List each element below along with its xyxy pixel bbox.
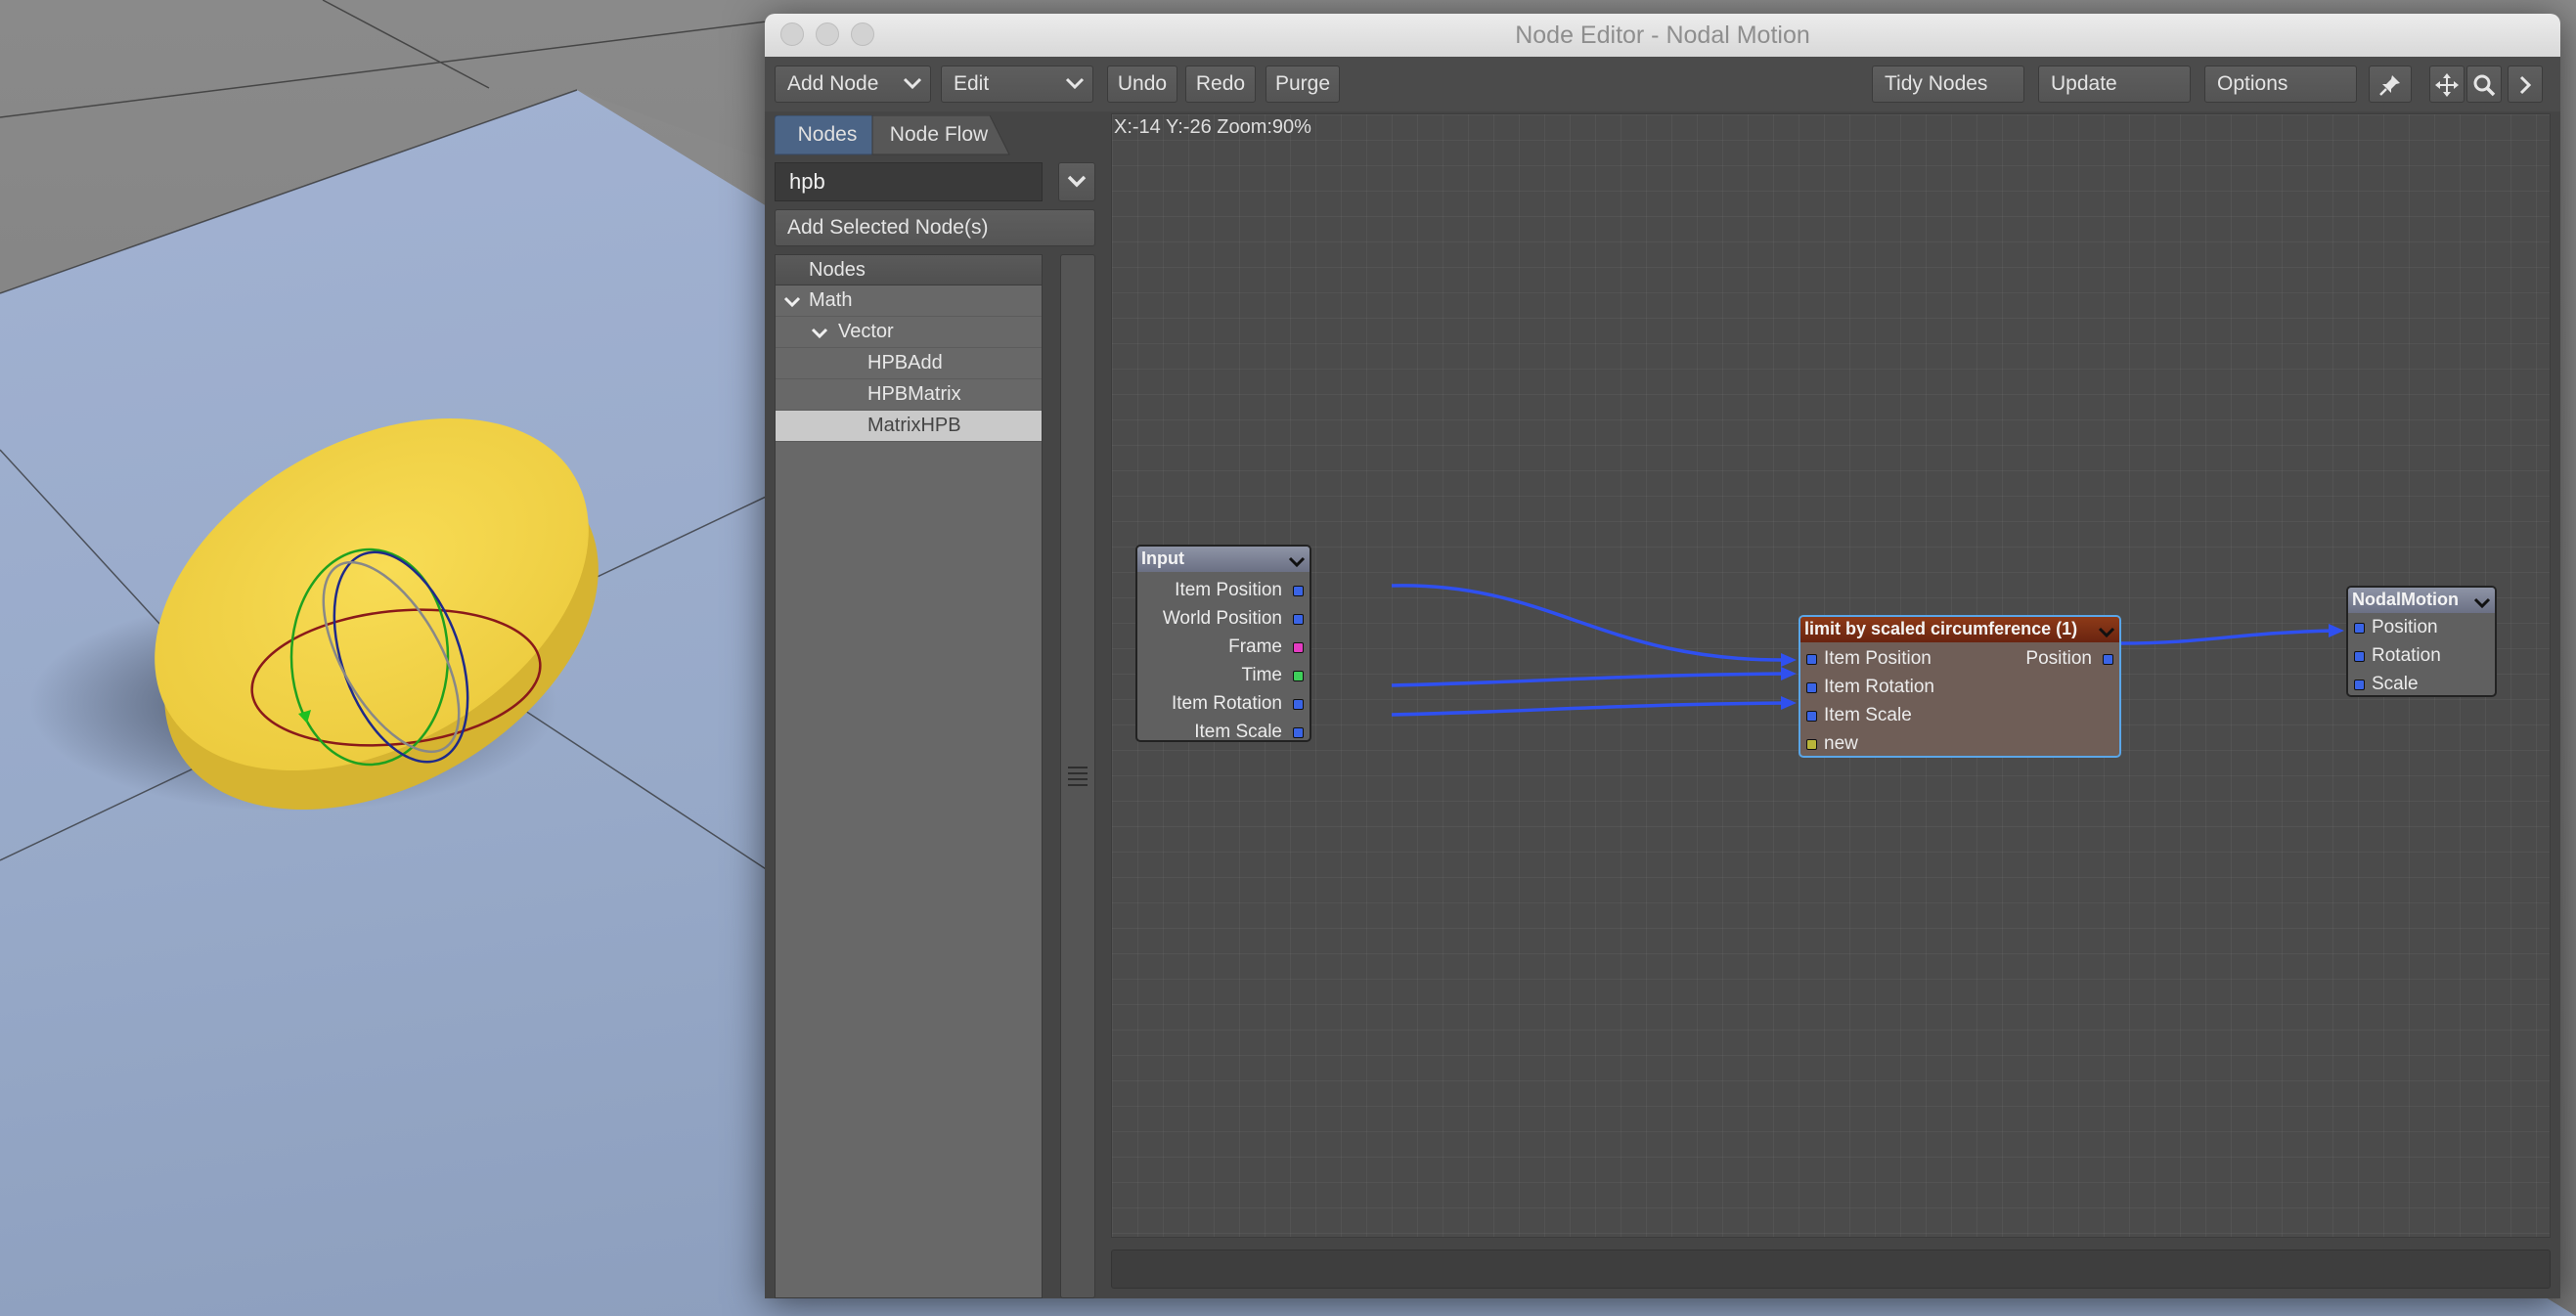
- undo-button[interactable]: Undo: [1107, 66, 1177, 103]
- output-item-scale-port[interactable]: [1293, 727, 1304, 738]
- tab-nodes[interactable]: Nodes: [775, 115, 880, 154]
- move-icon[interactable]: [2429, 66, 2465, 103]
- grip-icon[interactable]: [1068, 764, 1088, 791]
- tree-item-math[interactable]: Math: [776, 285, 1042, 317]
- update-button[interactable]: Update: [2038, 66, 2191, 103]
- chevron-down-icon: [811, 328, 828, 339]
- tree-item-label: Vector: [838, 321, 894, 342]
- node-tree: Nodes Math Vector HPBAdd HPBMatrix Matri…: [775, 254, 1043, 1298]
- tree-item-hpbadd[interactable]: HPBAdd: [776, 348, 1042, 379]
- input-item-position-port[interactable]: [1806, 654, 1817, 665]
- wire-position-out[interactable]: [2120, 629, 2337, 645]
- pane-splitter[interactable]: [1060, 254, 1095, 1298]
- node-editor-window: Node Editor - Nodal Motion Add Node Edit…: [765, 14, 2560, 1298]
- purge-button[interactable]: Purge: [1266, 66, 1340, 103]
- input-node-title: Input: [1141, 548, 1184, 568]
- input-node[interactable]: Input Item Position World Position Frame…: [1135, 545, 1311, 742]
- redo-button[interactable]: Redo: [1185, 66, 1256, 103]
- chevron-down-icon: [1059, 175, 1094, 202]
- input-item-position-label: Item Position: [1824, 648, 1932, 669]
- input-rotation-port[interactable]: [2354, 651, 2365, 662]
- search-input[interactable]: hpb: [775, 162, 1043, 201]
- node-canvas[interactable]: X:-14 Y:-26 Zoom:90% Input Item Position: [1111, 113, 2551, 1238]
- chevron-down-icon[interactable]: [1288, 551, 1306, 576]
- chevron-down-icon[interactable]: [2473, 592, 2491, 617]
- wire-item-rotation[interactable]: [1391, 672, 1790, 687]
- add-selected-nodes-button[interactable]: Add Selected Node(s): [775, 209, 1095, 246]
- output-world-position-port[interactable]: [1293, 614, 1304, 625]
- input-position-port[interactable]: [2354, 623, 2365, 634]
- tree-item-label: HPBAdd: [867, 352, 943, 373]
- options-button[interactable]: Options: [2204, 66, 2357, 103]
- chevron-down-icon: [783, 296, 801, 308]
- tree-item-label: Math: [809, 289, 853, 311]
- input-scale-port[interactable]: [2354, 680, 2365, 690]
- tidy-nodes-button[interactable]: Tidy Nodes: [1872, 66, 2024, 103]
- status-bar: [1111, 1250, 2551, 1289]
- tree-header[interactable]: Nodes: [776, 255, 1042, 285]
- tree-item-hpbmatrix[interactable]: HPBMatrix: [776, 379, 1042, 411]
- input-item-rotation-label: Item Rotation: [1824, 677, 1934, 697]
- output-time-port[interactable]: [1293, 671, 1304, 681]
- wire-item-position[interactable]: [1391, 584, 1790, 662]
- tab-node-flow[interactable]: Node Flow: [876, 115, 1001, 154]
- tree-item-vector[interactable]: Vector: [776, 317, 1042, 348]
- output-position-label: Position: [2025, 648, 2092, 669]
- output-time-label: Time: [1241, 665, 1282, 685]
- title-bar[interactable]: Node Editor - Nodal Motion: [765, 14, 2560, 58]
- input-scale-label: Scale: [2372, 674, 2419, 694]
- input-rotation-label: Rotation: [2372, 645, 2441, 666]
- add-node-dropdown[interactable]: Add Node: [775, 66, 931, 103]
- limit-by-scaled-circumference-node[interactable]: limit by scaled circumference (1) Item P…: [1799, 615, 2121, 758]
- output-item-position-port[interactable]: [1293, 586, 1304, 596]
- output-item-scale-label: Item Scale: [1194, 722, 1282, 742]
- output-frame-label: Frame: [1228, 636, 1282, 657]
- add-node-label: Add Node: [787, 72, 879, 95]
- toolbar: Add Node Edit Undo Redo Purge Tidy Nodes…: [765, 57, 2560, 111]
- input-new-port[interactable]: [1806, 739, 1817, 750]
- zoom-icon[interactable]: [2466, 66, 2502, 103]
- tree-item-matrixhpb[interactable]: MatrixHPB: [776, 411, 1042, 442]
- limit-node-header[interactable]: limit by scaled circumference (1): [1800, 617, 2119, 642]
- search-dropdown-button[interactable]: [1058, 162, 1095, 201]
- nodal-motion-node[interactable]: NodalMotion Position Rotation Scale: [2346, 586, 2497, 697]
- sidebar-tabs: Nodes Node Flow: [775, 115, 1068, 156]
- limit-node-title: limit by scaled circumference (1): [1804, 619, 2078, 638]
- expand-arrow-icon[interactable]: [2508, 66, 2543, 103]
- tree-item-label: HPBMatrix: [867, 383, 961, 405]
- input-item-rotation-port[interactable]: [1806, 682, 1817, 693]
- edit-label: Edit: [954, 72, 990, 95]
- pin-icon[interactable]: [2369, 66, 2412, 103]
- output-item-rotation-port[interactable]: [1293, 699, 1304, 710]
- chevron-down-icon: [1065, 66, 1085, 93]
- output-frame-port[interactable]: [1293, 642, 1304, 653]
- output-world-position-label: World Position: [1162, 608, 1282, 629]
- edit-dropdown[interactable]: Edit: [941, 66, 1093, 103]
- input-node-header[interactable]: Input: [1137, 547, 1310, 572]
- window-title: Node Editor - Nodal Motion: [1515, 22, 1810, 49]
- nodal-motion-node-header[interactable]: NodalMotion: [2348, 588, 2495, 613]
- output-item-position-label: Item Position: [1175, 580, 1282, 600]
- chevron-down-icon: [903, 66, 922, 93]
- chevron-down-icon[interactable]: [2098, 622, 2115, 646]
- wire-item-scale[interactable]: [1391, 701, 1790, 717]
- output-position-port[interactable]: [2103, 654, 2113, 665]
- input-item-scale-port[interactable]: [1806, 711, 1817, 722]
- output-item-rotation-label: Item Rotation: [1172, 693, 1282, 714]
- input-item-scale-label: Item Scale: [1824, 705, 1912, 725]
- tree-item-label: MatrixHPB: [867, 415, 961, 436]
- nodal-motion-node-title: NodalMotion: [2352, 590, 2459, 609]
- input-position-label: Position: [2372, 617, 2438, 637]
- input-new-label: new: [1824, 733, 1858, 754]
